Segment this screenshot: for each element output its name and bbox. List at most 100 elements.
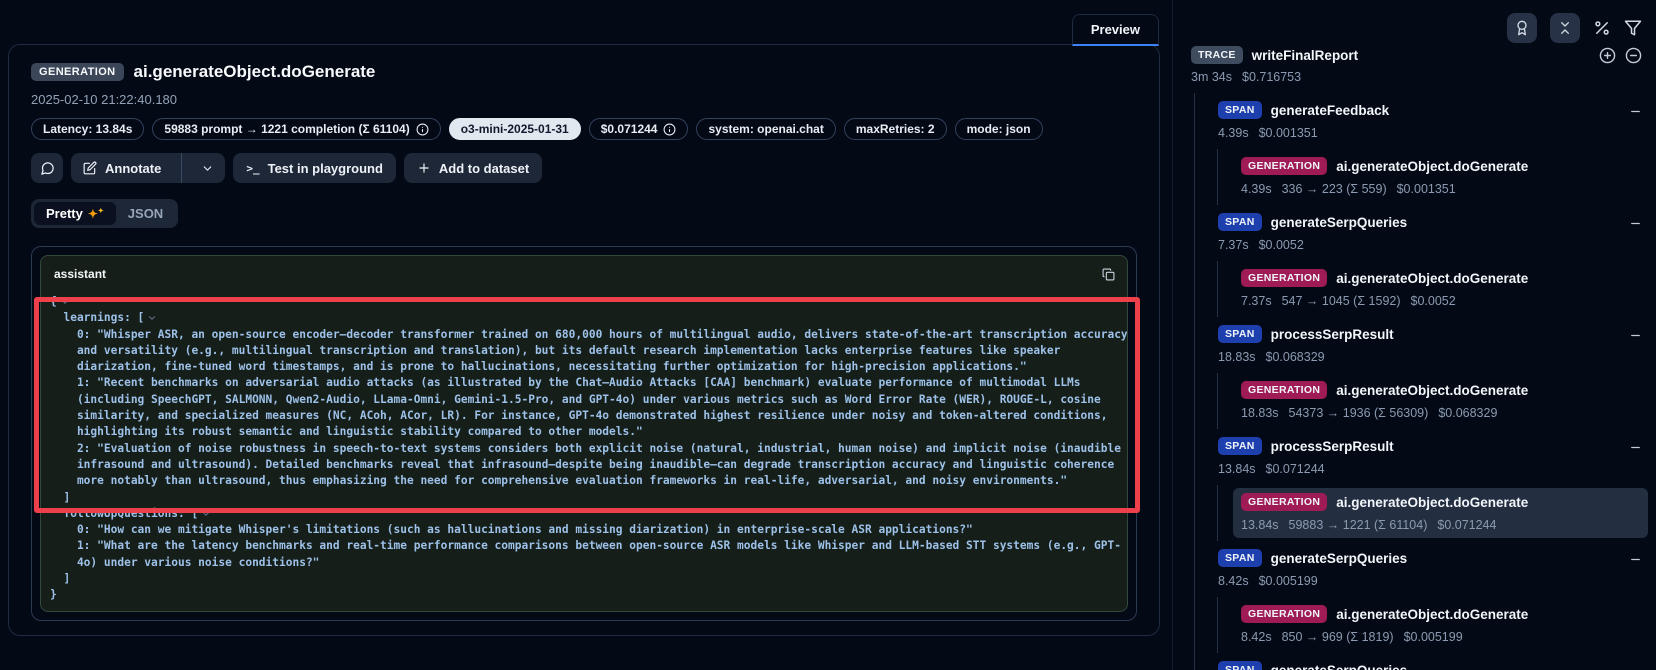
json-line-text: 0: "Whisper ASR, an open-source encoder–… bbox=[50, 327, 1128, 343]
pill-label: Latency: 13.84s bbox=[43, 122, 132, 136]
json-line: and versatility (e.g., multilingual tran… bbox=[50, 343, 1127, 359]
collapse-item-icon[interactable] bbox=[1629, 217, 1642, 230]
observation-kind-badge: GENERATION bbox=[1241, 381, 1327, 399]
observation-name: generateSerpQueries bbox=[1271, 551, 1408, 566]
observation-name: generateSerpQueries bbox=[1271, 215, 1408, 230]
observation-duration: 7.37s bbox=[1218, 238, 1249, 252]
observation-duration: 13.84s bbox=[1218, 462, 1256, 476]
filter-button[interactable] bbox=[1624, 19, 1642, 37]
chevron-down-icon bbox=[201, 162, 214, 175]
tree-observation-item[interactable]: SPAN generateSerpQueries bbox=[1210, 653, 1648, 670]
observation-meta: 8.42s $0.005199 bbox=[1218, 574, 1640, 588]
json-line: diarization, fine-tuned word timestamps,… bbox=[50, 359, 1127, 375]
json-line: followUpQuestions: [ bbox=[50, 506, 1127, 522]
info-icon[interactable] bbox=[663, 123, 676, 136]
format-tabs: Pretty ✦✦ JSON bbox=[31, 199, 178, 228]
collapse-item-icon[interactable] bbox=[1629, 105, 1642, 118]
tree-observation-item[interactable]: SPAN generateSerpQueries 8.42s $0.005199 bbox=[1210, 541, 1648, 597]
caret-down-icon[interactable] bbox=[201, 509, 211, 519]
annotate-dropdown-button[interactable] bbox=[190, 153, 225, 183]
add-to-dataset-label: Add to dataset bbox=[439, 161, 529, 176]
json-line-text: 4o) under various noise conditions?" bbox=[50, 555, 319, 571]
observation-kind-badge: SPAN bbox=[1218, 661, 1262, 670]
trace-meta: 3m 34s $0.716753 bbox=[1191, 70, 1648, 84]
observation-cost: $0.0052 bbox=[1259, 238, 1304, 252]
percent-toggle[interactable] bbox=[1593, 19, 1611, 37]
observation-tokens: 336 → 223 (Σ 559) bbox=[1282, 182, 1387, 196]
tree-observation-item[interactable]: GENERATION ai.generateObject.doGenerate … bbox=[1217, 485, 1648, 541]
observation-kind-badge: GENERATION bbox=[1241, 157, 1327, 175]
collapse-item-icon[interactable] bbox=[1629, 441, 1642, 454]
collapse-all-button[interactable] bbox=[1550, 13, 1580, 43]
json-line-text: and versatility (e.g., multilingual tran… bbox=[50, 343, 1060, 359]
annotate-button[interactable]: Annotate bbox=[71, 153, 173, 183]
pill-label: $0.071244 bbox=[601, 122, 658, 136]
tree-observation-item[interactable]: SPAN generateSerpQueries 7.37s $0.0052 bbox=[1210, 205, 1648, 261]
observation-duration: 18.83s bbox=[1241, 406, 1279, 420]
copy-icon[interactable] bbox=[1102, 268, 1115, 281]
collapse-item-icon[interactable] bbox=[1629, 665, 1642, 670]
tree-observation-item[interactable]: SPAN processSerpResult 13.84s $0.071244 bbox=[1210, 429, 1648, 485]
observation-tokens: 59883 → 1221 (Σ 61104) bbox=[1289, 518, 1428, 532]
observation-kind-badge: GENERATION bbox=[1241, 493, 1327, 511]
collapse-item-icon[interactable] bbox=[1629, 329, 1642, 342]
tab-json[interactable]: JSON bbox=[116, 202, 175, 225]
action-buttons: Annotate >_ Test in playground Add to da… bbox=[31, 153, 1137, 183]
button-divider bbox=[181, 153, 182, 183]
circle-minus-icon[interactable] bbox=[1625, 47, 1642, 64]
json-line-text: ] bbox=[50, 571, 70, 587]
observation-kind-badge: GENERATION bbox=[1241, 605, 1327, 623]
trace-children: SPAN generateFeedback 4.39s $0.001351 bbox=[1194, 93, 1648, 670]
trace-tree: TRACE writeFinalReport 3m 34s $0.716753 … bbox=[1191, 46, 1648, 670]
observation-type-badge: GENERATION bbox=[31, 63, 124, 81]
circle-plus-icon[interactable] bbox=[1599, 47, 1616, 64]
observation-tokens: 54373 → 1936 (Σ 56309) bbox=[1289, 406, 1429, 420]
json-line-text: 2: "Evaluation of noise robustness in sp… bbox=[50, 441, 1121, 457]
tree-observation-item[interactable]: GENERATION ai.generateObject.doGenerate … bbox=[1217, 373, 1648, 429]
tree-observation-item[interactable]: GENERATION ai.generateObject.doGenerate … bbox=[1217, 597, 1648, 653]
comment-button[interactable] bbox=[31, 153, 63, 183]
tree-expand-controls bbox=[1599, 47, 1642, 64]
annotate-split-button: Annotate bbox=[71, 153, 225, 183]
tree-observation-item[interactable]: GENERATION ai.generateObject.doGenerate … bbox=[1217, 261, 1648, 317]
observation-cost: $0.068329 bbox=[1266, 350, 1325, 364]
observation-name: ai.generateObject.doGenerate bbox=[1336, 271, 1528, 286]
tab-pretty[interactable]: Pretty ✦✦ bbox=[34, 202, 116, 225]
json-line: 0: "Whisper ASR, an open-source encoder–… bbox=[50, 327, 1127, 343]
json-line: (including SpeechGPT, SALMONN, Qwen2-Aud… bbox=[50, 392, 1127, 408]
json-line-text: ] bbox=[50, 490, 70, 506]
trace-root-row[interactable]: TRACE writeFinalReport bbox=[1191, 46, 1648, 64]
collapse-item-icon[interactable] bbox=[1629, 553, 1642, 566]
io-preview-card: assistant { learnings: [ bbox=[31, 246, 1137, 621]
metadata-pill: o3-mini-2025-01-31 bbox=[449, 118, 581, 140]
add-to-dataset-button[interactable]: Add to dataset bbox=[404, 153, 542, 183]
observation-tokens: 547 → 1045 (Σ 1592) bbox=[1282, 294, 1401, 308]
tree-observation-item[interactable]: GENERATION ai.generateObject.doGenerate … bbox=[1217, 149, 1648, 205]
message-role-label: assistant bbox=[54, 267, 106, 281]
observation-cost: $0.071244 bbox=[1266, 462, 1325, 476]
trace-cost: $0.716753 bbox=[1242, 70, 1301, 84]
observation-duration: 4.39s bbox=[1218, 126, 1249, 140]
preview-tab-label: Preview bbox=[1091, 22, 1140, 37]
tree-observation-item[interactable]: SPAN processSerpResult 18.83s $0.068329 bbox=[1210, 317, 1648, 373]
annotate-label: Annotate bbox=[105, 161, 161, 176]
json-line-text: } bbox=[50, 587, 57, 603]
info-icon[interactable] bbox=[416, 123, 429, 136]
playground-button[interactable]: >_ Test in playground bbox=[233, 153, 396, 183]
json-line-text: learnings: [ bbox=[50, 310, 144, 326]
observation-cost: $0.001351 bbox=[1259, 126, 1318, 140]
observation-kind-badge: SPAN bbox=[1218, 325, 1262, 343]
json-line-text: 0: "How can we mitigate Whisper's limita… bbox=[50, 522, 973, 538]
caret-down-icon[interactable] bbox=[60, 297, 70, 307]
json-line: 1: "Recent benchmarks on adversarial aud… bbox=[50, 375, 1127, 391]
json-line-text: { bbox=[50, 294, 57, 310]
observation-duration: 18.83s bbox=[1218, 350, 1256, 364]
award-button[interactable] bbox=[1507, 13, 1537, 43]
observation-meta: 18.83s $0.068329 bbox=[1218, 350, 1640, 364]
observation-meta: 13.84s $0.071244 bbox=[1218, 462, 1640, 476]
tree-observation-item[interactable]: SPAN generateFeedback 4.39s $0.001351 bbox=[1210, 93, 1648, 149]
observation-meta: 13.84s 59883 → 1221 (Σ 61104) $0.071244 bbox=[1241, 518, 1640, 532]
caret-down-icon[interactable] bbox=[147, 313, 157, 323]
tab-preview[interactable]: Preview bbox=[1072, 14, 1159, 46]
collapse-vertical-icon bbox=[1557, 20, 1573, 36]
